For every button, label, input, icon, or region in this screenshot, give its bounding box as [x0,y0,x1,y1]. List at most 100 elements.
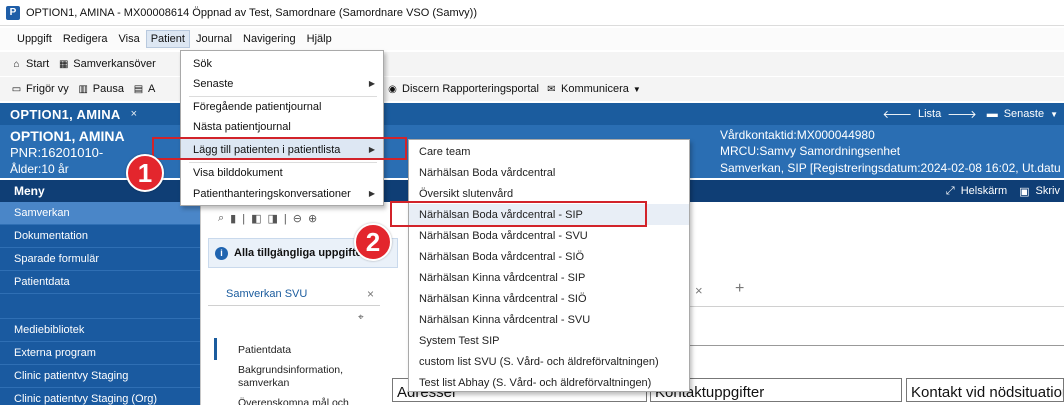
helskarm-button[interactable]: Helskärm [961,185,1007,197]
sidebar-item-sparade-formular[interactable]: Sparade formulär [0,248,200,271]
tab-samverkan-svu[interactable]: Samverkan SVU × [208,282,380,306]
menu-redigera[interactable]: Redigera [58,30,113,48]
sidebar-item-samverkan[interactable]: Samverkan [0,202,200,225]
menu-item-label: Sök [193,57,212,70]
menu-item-foregaende[interactable]: Föregående patientjournal [181,96,383,117]
submenu-item-boda-sio[interactable]: Närhälsan Boda vårdcentral - SIÖ [409,246,689,267]
pausa-button[interactable]: ▥ Pausa [77,83,124,95]
sidebar-item-externa-program[interactable]: Externa program [0,342,200,365]
menu-navigering[interactable]: Navigering [238,30,301,48]
highlight-box-step-1 [152,137,407,160]
menu-hjalp[interactable]: Hjälp [302,30,337,48]
app-icon: P [6,5,20,20]
next-icon[interactable]: ◨ [268,212,278,225]
window-title: OPTION1, AMINA - MX00008614 Öppnad av Te… [26,6,477,19]
submenu-item-boda[interactable]: Närhälsan Boda vårdcentral [409,162,689,183]
start-button[interactable]: ⌂ Start [10,58,49,70]
menu-item-label: Senaste [193,77,234,90]
menu-journal[interactable]: Journal [191,30,237,48]
close-icon[interactable]: × [367,287,374,301]
content-toolbar: ⌕ ▮ | ◧ ◨ | ⊖ ⊕ [218,212,323,225]
menu-visa[interactable]: Visa [114,30,145,48]
menu-item-patienthantering[interactable]: Patienthanteringskonversationer ▶ [181,183,383,204]
sidebar-item-clinic-staging[interactable]: Clinic patientvy Staging [0,365,200,388]
submenu-item-kinna-svu[interactable]: Närhälsan Kinna vårdcentral - SVU [409,309,689,330]
arrow-left-icon[interactable]: 🡐 [882,107,912,121]
fullscreen-icon: ⤢ [945,184,955,197]
submenu-item-test-list-abhay[interactable]: Test list Abhay (S. Vård- och äldreförva… [409,372,689,393]
chevron-down-icon[interactable]: ▼ [1050,110,1058,119]
submenu-arrow-icon: ▶ [368,189,375,198]
print-icon: ▣ [1019,185,1030,198]
submenu-arrow-icon: ▶ [368,79,375,88]
nav-samverkan[interactable]: samverkan [238,377,289,390]
skriv-button[interactable]: Skriv [1036,185,1060,197]
lista-button[interactable]: Lista [918,108,941,120]
menu-item-sok[interactable]: Sök [181,53,383,74]
menu-patient[interactable]: Patient [145,30,190,48]
patient-bar-actions: 🡐 Lista 🡒 ▬ Senaste ▼ [876,107,1064,121]
submenu-item-custom-list-svu[interactable]: custom list SVU (S. Vård- och äldreförva… [409,351,689,372]
home-icon: ⌂ [13,58,20,70]
zoom-out-icon[interactable]: ⊖ [293,212,302,225]
toolbar-primary: ⌂ Start ▦ Samverkansöver [0,52,1064,76]
sidebar-item-patientdata[interactable]: Patientdata [0,271,200,294]
separator-icon: | [283,212,287,225]
menu-item-label: Patienthanteringskonversationer [193,187,351,200]
menu-title: Meny [14,184,45,198]
menu-item-senaste[interactable]: Senaste ▶ [181,73,383,94]
nav-bakgrund[interactable]: Bakgrundsinformation, [238,364,343,377]
sidebar-item-clinic-staging-org[interactable]: Clinic patientvy Staging (Org) [0,388,200,405]
submenu-item-boda-svu[interactable]: Närhälsan Boda vårdcentral - SVU [409,225,689,246]
binoculars-icon[interactable]: ⌕ [218,212,224,225]
menu-uppgift[interactable]: Uppgift [12,30,57,48]
frigor-vy-button[interactable]: ▭ Frigör vy [10,83,69,95]
close-icon[interactable]: × [131,108,137,120]
tab-label: Samverkan SVU [226,287,308,300]
samverkan-info: Samverkan, SIP [Registreringsdatum:2024-… [720,161,1061,175]
tab-close-icon[interactable]: × [695,283,703,298]
menu-bar: Uppgift Redigera Visa Patient Journal Na… [0,28,1064,50]
pausa-label: Pausa [92,83,124,95]
frigor-label: Frigör vy [26,83,69,95]
discern-button[interactable]: ◉ Discern Rapporteringsportal [386,83,539,95]
patient-tab-name[interactable]: OPTION1, AMINA [0,107,121,122]
a-button[interactable]: ▤ A [132,83,156,95]
sidebar-item-dokumentation[interactable]: Dokumentation [0,225,200,248]
kommunicera-button[interactable]: ✉ Kommunicera ▼ [545,83,640,95]
step-badge-2: 2 [354,223,392,261]
kommunicera-label: Kommunicera [561,83,629,95]
start-label: Start [26,58,50,70]
submenu-item-kinna-sip[interactable]: Närhälsan Kinna vårdcentral - SIP [409,267,689,288]
nav-mal[interactable]: Överenskomna mål och [238,397,349,405]
tab-divider [685,306,1064,307]
a-label: A [147,83,156,95]
menu-header-actions: ⤢ Helskärm ▣ Skriv [940,185,1064,198]
page-icon[interactable]: ▮ [230,212,236,225]
patient-name: OPTION1, AMINA [10,128,125,144]
submenu-item-care-team[interactable]: Care team [409,141,689,162]
samverkan-button[interactable]: ▦ Samverkansöver [57,58,156,70]
sidebar: Samverkan Dokumentation Sparade formulär… [0,202,200,405]
grid-icon: ▦ [59,58,69,70]
patient-age: Ålder:10 år [10,162,69,176]
pin-icon[interactable]: ⌖ [358,312,364,323]
prev-icon[interactable]: ◧ [251,212,261,225]
menu-item-label: Nästa patientjournal [193,120,291,133]
vardkontakt-id: Vårdkontaktid:MX000044980 [720,128,875,142]
senaste-button[interactable]: Senaste [1004,108,1044,120]
patient-pnr: PNR:16201010- [10,145,104,160]
mail-icon: ✉ [547,83,556,95]
submenu-item-system-test-sip[interactable]: System Test SIP [409,330,689,351]
menu-item-nasta[interactable]: Nästa patientjournal [181,116,383,137]
mrcu: MRCU:Samvy Samordningsenhet [720,144,901,158]
discern-label: Discern Rapporteringsportal [402,83,539,95]
menu-item-visa-bilddokument[interactable]: Visa bilddokument [181,162,383,183]
add-tab-icon[interactable]: + [735,280,744,298]
arrow-right-icon[interactable]: 🡒 [947,107,977,121]
sidebar-item-mediebibliotek[interactable]: Mediebibliotek [0,319,200,342]
alert-text: Alla tillgängliga uppgifter [234,247,366,259]
submenu-item-kinna-sio[interactable]: Närhälsan Kinna vårdcentral - SIÖ [409,288,689,309]
nav-patientdata[interactable]: Patientdata [238,344,291,357]
zoom-in-icon[interactable]: ⊕ [308,212,317,225]
